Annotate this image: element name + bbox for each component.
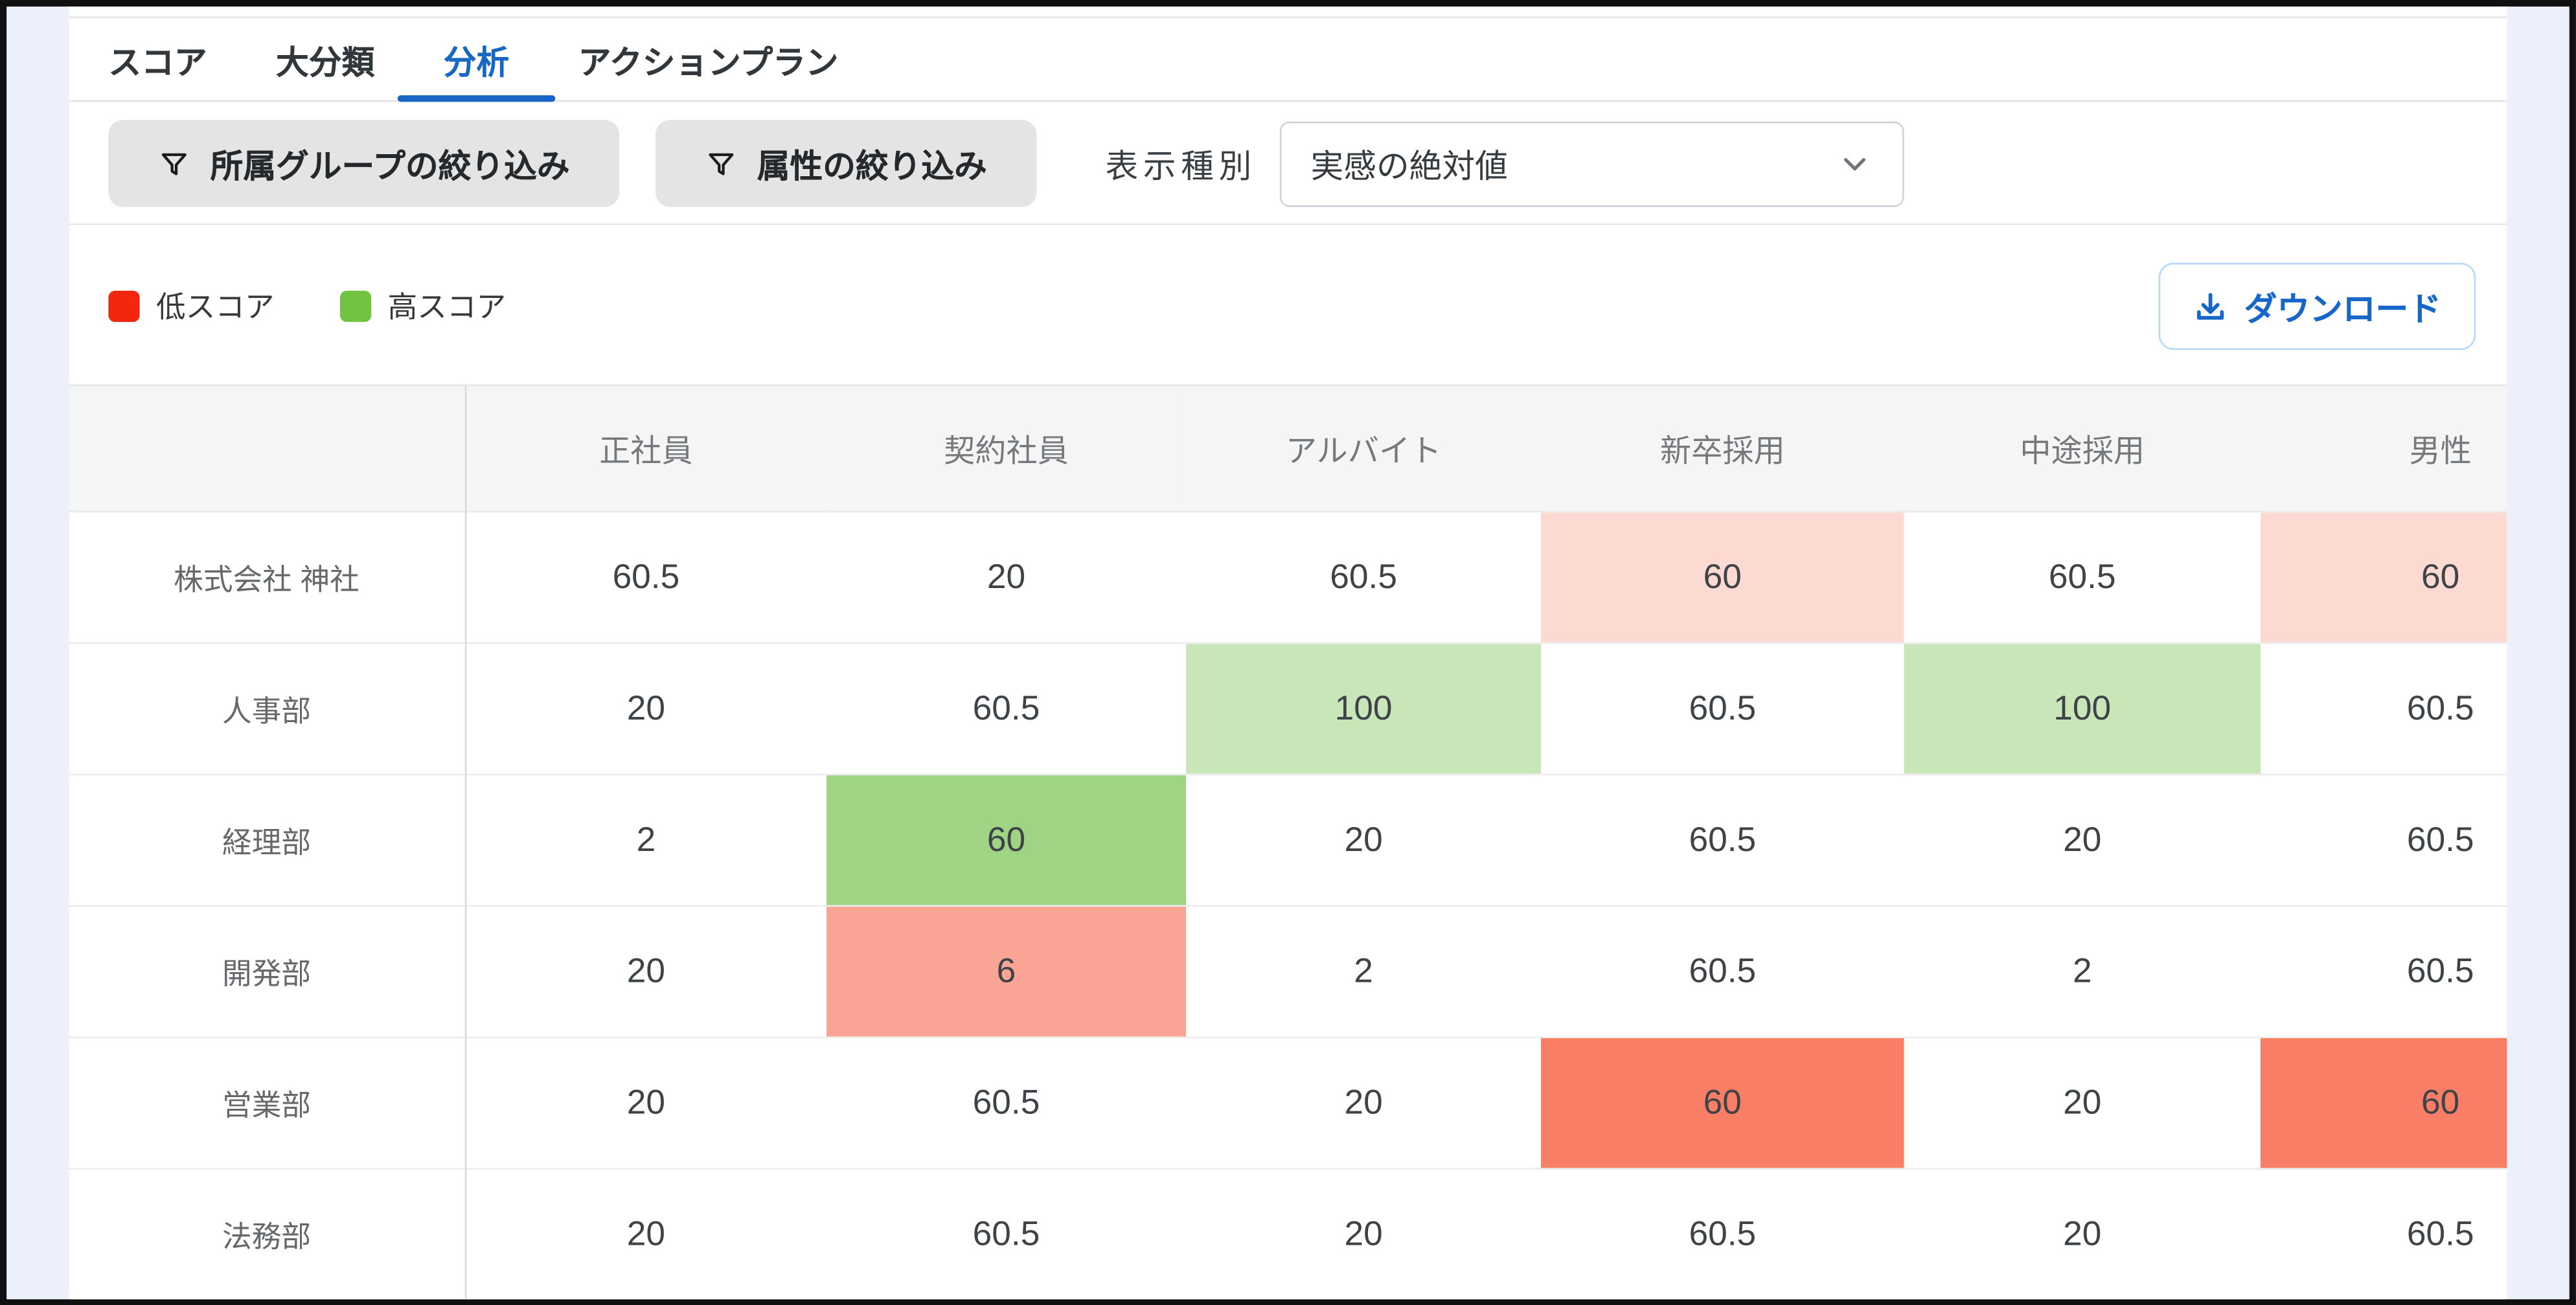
table-cell: 60.5 — [1186, 512, 1541, 643]
table-cell: 20 — [1186, 1038, 1541, 1169]
score-table-wrap: 正社員契約社員アルバイト新卒採用中途採用男性株式会社 神社60.52060.56… — [69, 384, 2507, 1298]
column-header: 契約社員 — [826, 386, 1186, 512]
table-cell: 60.5 — [1541, 643, 1904, 775]
table-cell: 2 — [1186, 906, 1541, 1038]
score-legend: 低スコア 高スコア — [108, 284, 506, 327]
column-header: 男性 — [2261, 386, 2507, 512]
table-row: 開発部206260.5260.5 — [69, 906, 2507, 1038]
filter-icon — [157, 147, 190, 180]
row-label: 人事部 — [69, 643, 465, 775]
table-cell: 60.5 — [2261, 775, 2507, 906]
legend-swatch — [108, 290, 139, 321]
display-type-label: 表示種別 — [1105, 140, 1256, 188]
download-button[interactable]: ダウンロード — [2159, 262, 2476, 349]
group-filter-label: 所属グループの絞り込み — [211, 140, 570, 188]
table-row: 人事部2060.510060.510060.5 — [69, 643, 2507, 775]
table-cell: 20 — [826, 512, 1186, 643]
legend-swatch — [340, 290, 371, 321]
row-label: 法務部 — [69, 1169, 465, 1299]
table-cell: 60.5 — [1541, 1169, 1904, 1299]
table-cell: 20 — [1186, 775, 1541, 906]
table-header-row: 正社員契約社員アルバイト新卒採用中途採用男性 — [69, 386, 2507, 512]
tab-analysis[interactable]: 分析 — [417, 18, 536, 100]
table-row: 株式会社 神社60.52060.56060.560 — [69, 512, 2507, 643]
download-label: ダウンロード — [2244, 282, 2441, 330]
table-cell: 60 — [826, 775, 1186, 906]
row-label: 経理部 — [69, 775, 465, 906]
column-header: アルバイト — [1186, 386, 1541, 512]
screenshot-frame: スコア大分類分析アクションプラン 所属グループの絞り込み 属性の絞り込み 表示種… — [0, 0, 2576, 1305]
table-row: 法務部2060.52060.52060.5 — [69, 1169, 2507, 1299]
content-card: スコア大分類分析アクションプラン 所属グループの絞り込み 属性の絞り込み 表示種… — [69, 6, 2507, 1299]
tab-score[interactable]: スコア — [82, 18, 233, 100]
table-cell: 60.5 — [826, 1169, 1186, 1299]
table-cell: 20 — [465, 1038, 826, 1169]
display-type-select[interactable]: 実感の絶対値 — [1279, 120, 1904, 206]
table-cell: 100 — [1904, 643, 2261, 775]
table-cell: 60.5 — [1541, 906, 1904, 1038]
legend-item: 高スコア — [340, 284, 506, 327]
table-cell: 20 — [465, 906, 826, 1038]
score-table: 正社員契約社員アルバイト新卒採用中途採用男性株式会社 神社60.52060.56… — [69, 386, 2507, 1299]
table-cell: 20 — [1904, 1169, 2261, 1299]
scale-wrapper: スコア大分類分析アクションプラン 所属グループの絞り込み 属性の絞り込み 表示種… — [0, 0, 2576, 1305]
table-cell: 60.5 — [2261, 1169, 2507, 1299]
table-cell: 100 — [1186, 643, 1541, 775]
legend-item: 低スコア — [108, 284, 274, 327]
table-cell: 20 — [465, 1169, 826, 1299]
legend-row: 低スコア 高スコア ダウンロード — [69, 227, 2507, 384]
tab-action-plan[interactable]: アクションプラン — [552, 18, 865, 100]
row-label: 営業部 — [69, 1038, 465, 1169]
row-label: 株式会社 神社 — [69, 512, 465, 643]
attribute-filter-label: 属性の絞り込み — [757, 140, 987, 188]
tab-bar: スコア大分類分析アクションプラン — [69, 16, 2507, 102]
table-cell: 2 — [1904, 906, 2261, 1038]
group-filter-button[interactable]: 所属グループの絞り込み — [108, 120, 619, 207]
table-row: 営業部2060.520602060 — [69, 1038, 2507, 1169]
table-cell: 20 — [1904, 775, 2261, 906]
table-row: 経理部2602060.52060.5 — [69, 775, 2507, 906]
table-cell: 6 — [826, 906, 1186, 1038]
display-type-value: 実感の絶対値 — [1310, 140, 1507, 188]
column-header: 新卒採用 — [1541, 386, 1904, 512]
filter-icon — [705, 147, 738, 180]
table-cell: 60.5 — [2261, 643, 2507, 775]
legend-label: 低スコア — [156, 284, 275, 327]
table-cell: 60 — [2261, 512, 2507, 643]
row-label: 開発部 — [69, 906, 465, 1038]
table-cell: 2 — [465, 775, 826, 906]
table-cell: 20 — [465, 643, 826, 775]
table-cell: 60 — [2261, 1038, 2507, 1169]
column-header: 中途採用 — [1904, 386, 2261, 512]
table-cell: 60.5 — [826, 1038, 1186, 1169]
row-label-header — [69, 386, 465, 512]
column-header: 正社員 — [465, 386, 826, 512]
attribute-filter-button[interactable]: 属性の絞り込み — [655, 120, 1036, 207]
chevron-down-icon — [1836, 145, 1873, 181]
table-cell: 60.5 — [1904, 512, 2261, 643]
filter-row: 所属グループの絞り込み 属性の絞り込み 表示種別 実感の絶対値 — [69, 104, 2507, 225]
table-cell: 60.5 — [826, 643, 1186, 775]
table-cell: 60 — [1541, 1038, 1904, 1169]
table-cell: 20 — [1186, 1169, 1541, 1299]
table-cell: 60.5 — [465, 512, 826, 643]
table-cell: 60.5 — [1541, 775, 1904, 906]
download-icon — [2193, 288, 2228, 323]
table-cell: 60 — [1541, 512, 1904, 643]
tab-category[interactable]: 大分類 — [250, 18, 401, 100]
table-cell: 60.5 — [2261, 906, 2507, 1038]
table-cell: 20 — [1904, 1038, 2261, 1169]
legend-label: 高スコア — [388, 284, 507, 327]
